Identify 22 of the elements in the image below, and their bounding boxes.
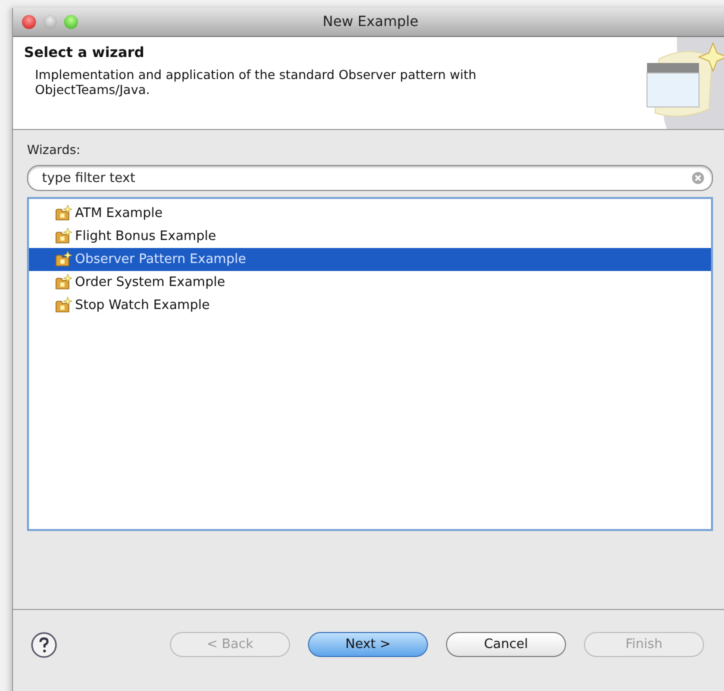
wizard-item[interactable]: Order System Example xyxy=(29,271,711,294)
close-button[interactable] xyxy=(22,15,36,29)
page-description: Implementation and application of the standard Observer pattern with ObjectTeams/Java. xyxy=(35,67,478,97)
page-title: Select a wizard xyxy=(24,45,146,61)
help-icon[interactable] xyxy=(31,632,57,658)
dialog-button[interactable]: Next > xyxy=(308,632,428,657)
clear-icon[interactable] xyxy=(692,172,704,184)
filter-field[interactable]: type filter text xyxy=(27,165,713,191)
folder-star-icon xyxy=(55,274,72,291)
wizard-item[interactable]: Observer Pattern Example xyxy=(29,248,711,271)
wizard-item[interactable]: Flight Bonus Example xyxy=(29,225,711,248)
folder-star-icon xyxy=(55,251,72,268)
dialog-button[interactable]: Cancel xyxy=(446,632,566,657)
wizard-item[interactable]: Stop Watch Example xyxy=(29,294,711,317)
window-title: New Example xyxy=(322,14,420,30)
wizards-label: Wizards: xyxy=(27,142,82,157)
folder-star-icon xyxy=(55,297,72,314)
folder-star-icon xyxy=(55,228,72,245)
minimize-button[interactable] xyxy=(43,15,57,29)
zoom-button[interactable] xyxy=(64,15,78,29)
folder-star-icon xyxy=(55,205,72,222)
wizard-item[interactable]: ATM Example xyxy=(29,202,711,225)
